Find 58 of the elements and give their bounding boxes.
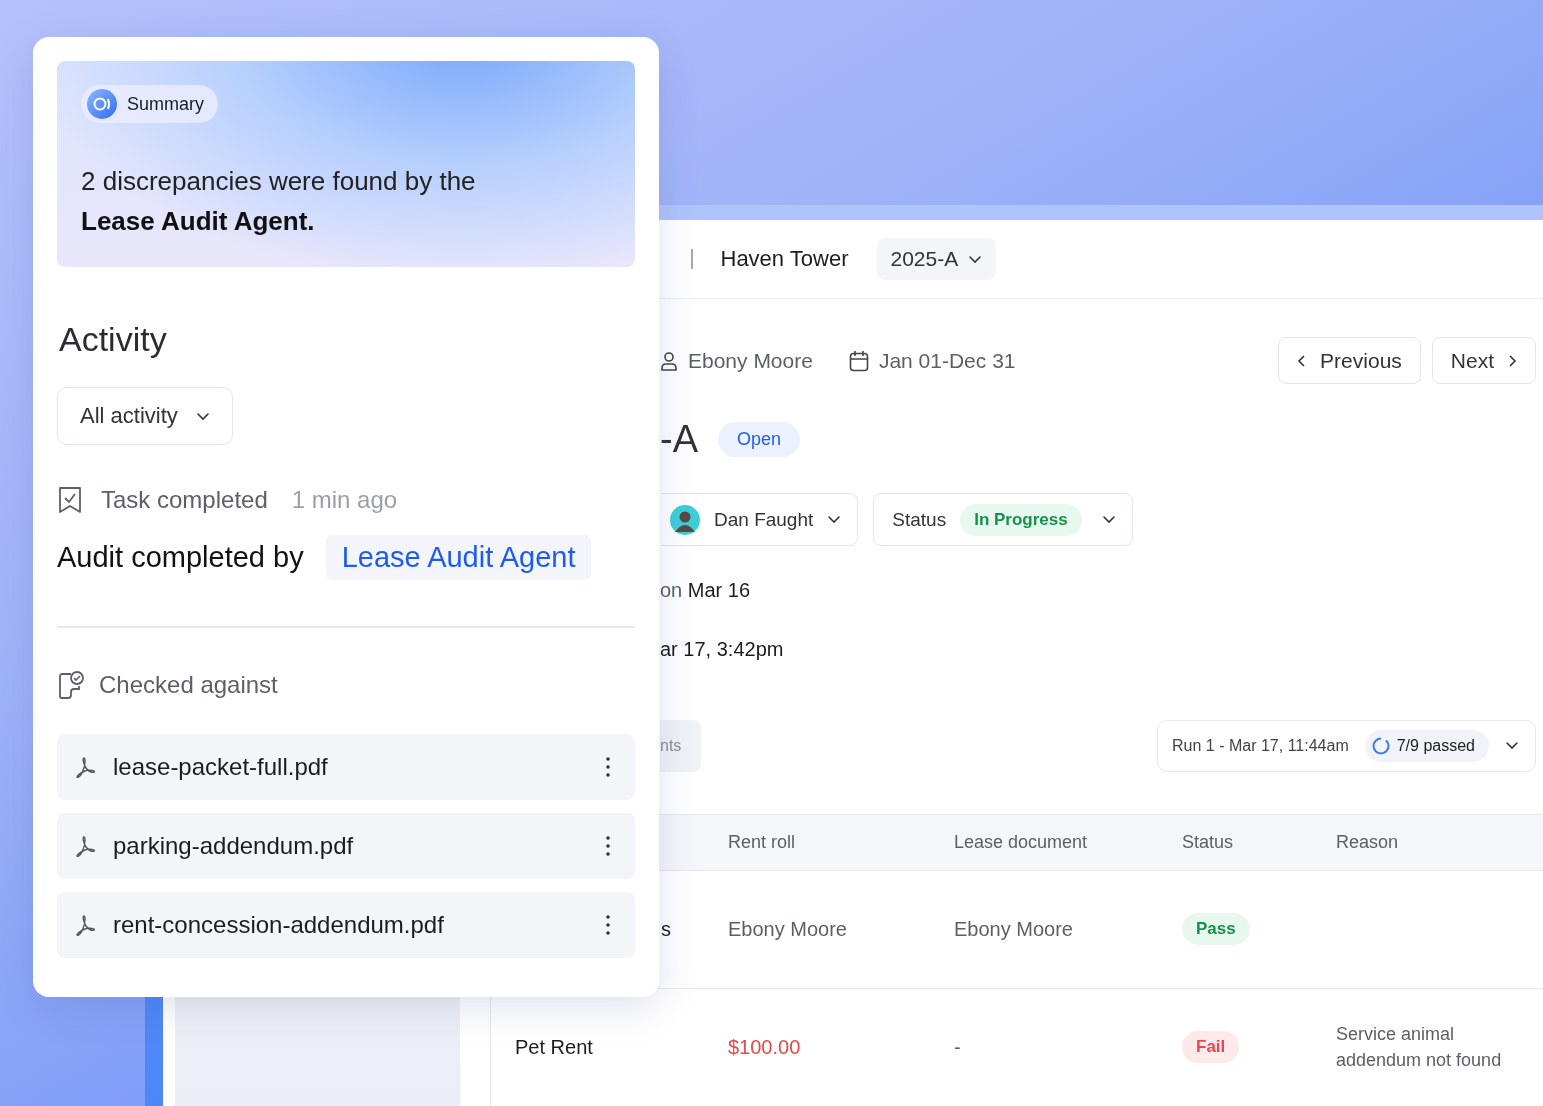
agent-link[interactable]: Lease Audit Agent	[325, 535, 592, 580]
chevron-right-icon	[1508, 353, 1517, 368]
progress-ring-icon	[1370, 735, 1391, 756]
record-title: -A	[660, 417, 698, 461]
activity-filter-dropdown[interactable]: All activity	[57, 387, 233, 445]
file-item[interactable]: lease-packet-full.pdf	[57, 734, 635, 800]
detail-text: on Mar 16	[659, 579, 752, 604]
chevron-down-icon	[827, 515, 842, 525]
agent-logo-icon	[87, 89, 117, 119]
table-cell: Pet Rent	[515, 1035, 593, 1058]
table-cell: Service animal addendum not found	[1336, 1024, 1502, 1071]
status-dropdown[interactable]: Status In Progress	[873, 493, 1133, 547]
detail-text: ar 17, 3:42pm	[659, 637, 785, 662]
chevron-down-icon	[1505, 741, 1519, 751]
tenant-name: Ebony Moore	[688, 348, 813, 373]
period-dropdown[interactable]: 2025-A	[876, 238, 997, 281]
next-button[interactable]: Next	[1431, 337, 1536, 385]
calendar-icon	[848, 349, 869, 372]
open-badge: Open	[718, 421, 801, 457]
chevron-down-icon	[195, 411, 210, 421]
chevron-left-icon	[1297, 353, 1307, 368]
avatar-icon	[670, 504, 700, 535]
table-cell: $100.00	[728, 1035, 801, 1058]
column-header: Status	[1182, 831, 1235, 853]
previous-button[interactable]: Previous	[1278, 337, 1421, 385]
assignee-dropdown[interactable]: Dan Faught	[661, 493, 859, 547]
status-badge: Fail	[1182, 1031, 1240, 1064]
person-icon	[660, 350, 678, 371]
table-cell: Ebony Moore	[954, 917, 1073, 940]
chevron-down-icon	[1101, 515, 1116, 525]
table-cell: -	[954, 1035, 961, 1058]
audit-label: Audit completed by	[57, 541, 304, 574]
property-name: Haven Tower	[720, 246, 849, 273]
checked-against-label: Checked against	[99, 671, 278, 699]
pdf-icon	[73, 834, 97, 858]
chevron-down-icon	[968, 254, 983, 264]
summary-text: 2 discrepancies were found by the Lease Audit Agent.	[81, 165, 477, 238]
status-badge: Pass	[1182, 913, 1250, 946]
table-cell: Ebony Moore	[728, 917, 847, 940]
more-options-icon[interactable]	[605, 914, 611, 936]
file-item[interactable]: parking-addendum.pdf	[57, 813, 635, 879]
more-options-icon[interactable]	[605, 756, 611, 778]
bookmark-check-icon	[57, 485, 83, 515]
column-header: Lease document	[954, 831, 1089, 853]
table-cell: s	[661, 917, 671, 940]
summary-badge: Summary	[81, 85, 218, 123]
event-time: 1 min ago	[291, 486, 398, 514]
file-item[interactable]: rent-concession-addendum.pdf	[57, 892, 635, 958]
date-range: Jan 01-Dec 31	[878, 348, 1016, 373]
pdf-icon	[73, 755, 97, 779]
activity-heading: Activity	[59, 319, 168, 359]
pdf-icon	[73, 913, 97, 937]
event-label: Task completed	[101, 486, 268, 514]
document-check-icon	[57, 670, 85, 700]
column-header: Reason	[1336, 831, 1400, 853]
more-options-icon[interactable]	[605, 835, 611, 857]
column-header: Rent roll	[728, 831, 797, 853]
run-dropdown[interactable]: Run 1 - Mar 17, 11:44am 7/9 passed	[1157, 719, 1536, 772]
